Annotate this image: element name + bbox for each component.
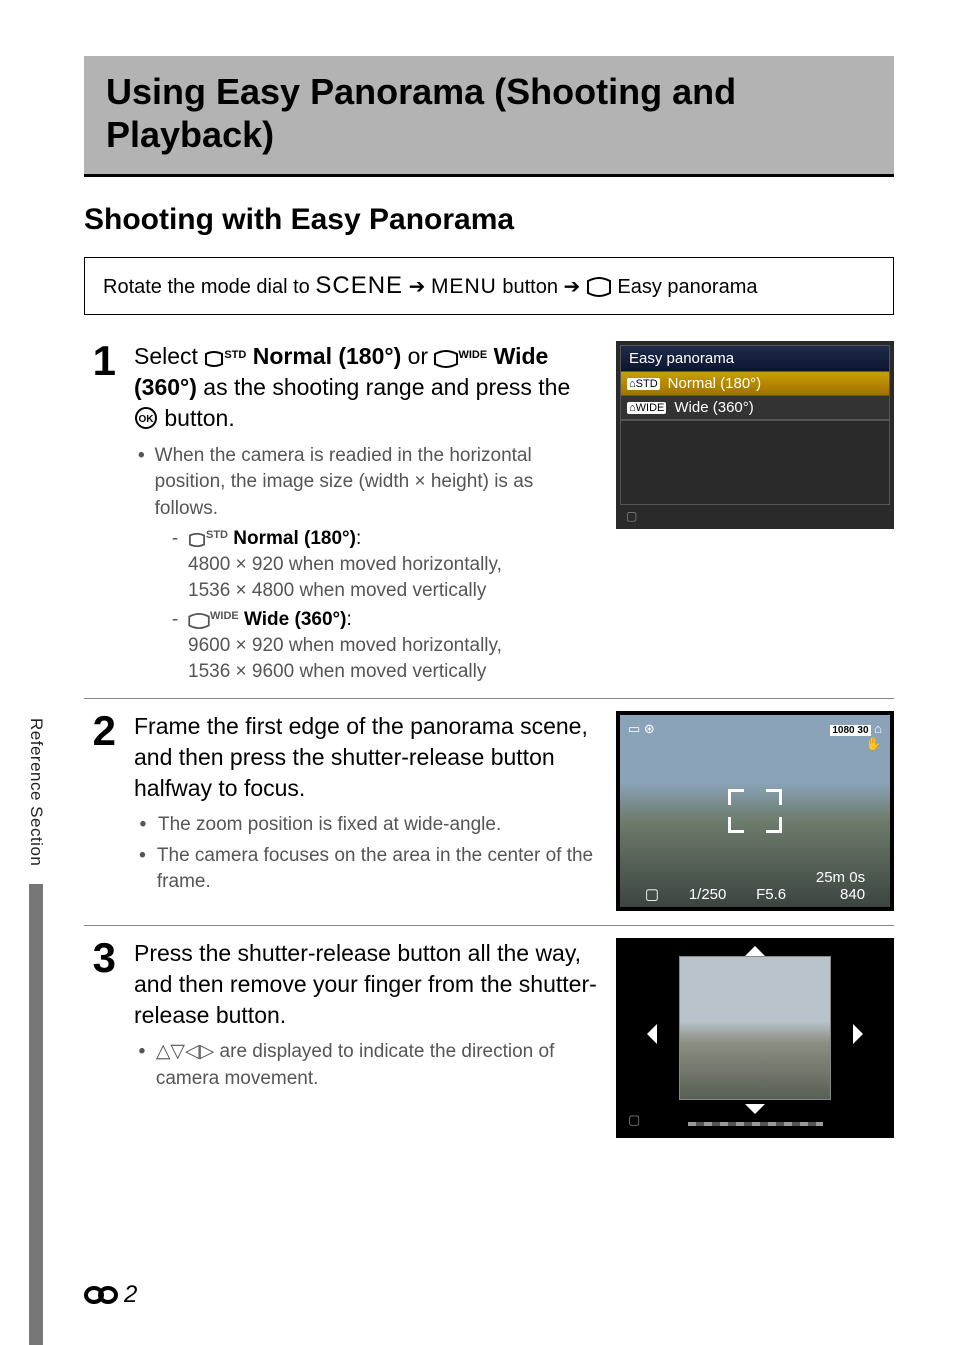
wide-pano-icon bbox=[434, 350, 458, 368]
t: or bbox=[408, 343, 435, 369]
section-link-icon bbox=[84, 1286, 118, 1304]
lcd-opt2-label: Wide (360°) bbox=[674, 399, 753, 416]
step-number: 2 bbox=[84, 711, 116, 751]
arrow-down-icon bbox=[745, 1104, 765, 1114]
t: as the shooting range and press the bbox=[203, 374, 570, 400]
divider bbox=[84, 925, 894, 926]
nav-prefix: Rotate the mode dial to bbox=[103, 276, 315, 298]
std-pano-icon bbox=[204, 350, 224, 368]
step-1: 1 Select STD Normal (180°) or WIDE Wide … bbox=[84, 341, 894, 684]
viewfinder-illustration: ▭ ⊛ 1080 30 ⌂ ✋ ▢ 1/250 F5.6 2 bbox=[616, 711, 894, 911]
nav-button-word: button bbox=[502, 276, 563, 298]
step-2: 2 Frame the first edge of the panorama s… bbox=[84, 711, 894, 911]
step2-bullet1: • The zoom position is fixed at wide-ang… bbox=[134, 812, 598, 839]
direction-arrows-icon: △▽◁▷ bbox=[156, 1041, 214, 1062]
step3-bullet1: • △▽◁▷ are displayed to indicate the dir… bbox=[134, 1039, 598, 1092]
t: button. bbox=[164, 405, 234, 431]
lcd-filler bbox=[620, 421, 890, 505]
detail: 9600 × 920 when moved horizontally, bbox=[188, 635, 502, 656]
pano-icon: ⌂ bbox=[874, 721, 882, 736]
bullet-dot-icon: • bbox=[138, 443, 145, 523]
step-3: 3 Press the shutter-release button all t… bbox=[84, 938, 894, 1138]
step1-sub-normal: - STD Normal (180°): 4800 × 920 when mov… bbox=[170, 526, 598, 603]
direction-view-illustration: ▢ bbox=[616, 938, 894, 1138]
std-pano-icon bbox=[188, 532, 206, 548]
arrow-icon: ➔ bbox=[564, 276, 581, 298]
dash-icon: - bbox=[170, 607, 180, 684]
std-pano-icon: ⌂STD bbox=[627, 378, 660, 390]
lcd-option-normal: ⌂STD Normal (180°) bbox=[621, 372, 889, 396]
step-number: 3 bbox=[84, 938, 116, 978]
bullet-text: The camera focuses on the area in the ce… bbox=[157, 843, 598, 896]
detail: 4800 × 920 when moved horizontally, bbox=[188, 554, 502, 575]
ok-button-icon: OK bbox=[134, 406, 158, 430]
navigation-hint: Rotate the mode dial to SCENE ➔ MENU but… bbox=[84, 257, 894, 315]
bullet-text: When the camera is readied in the horizo… bbox=[155, 443, 598, 523]
battery-icon: ▢ bbox=[628, 1112, 640, 1128]
bullet-text: △▽◁▷ are displayed to indicate the direc… bbox=[156, 1039, 598, 1092]
arrow-icon: ➔ bbox=[409, 276, 426, 298]
nav-menu: MENU bbox=[431, 275, 497, 298]
progress-scale bbox=[688, 1122, 823, 1126]
page-footer: 2 bbox=[84, 1281, 137, 1309]
step2-bullet2: • The camera focuses on the area in the … bbox=[134, 843, 598, 896]
step2-text: Frame the first edge of the panorama sce… bbox=[134, 711, 598, 804]
section-heading: Shooting with Easy Panorama bbox=[84, 203, 894, 237]
step1-sub-wide: - WIDE Wide (360°): 9600 × 920 when move… bbox=[170, 607, 598, 684]
arrow-up-icon bbox=[745, 946, 765, 956]
nav-suffix: Easy panorama bbox=[617, 276, 757, 298]
detail: 1536 × 4800 when moved vertically bbox=[188, 580, 486, 601]
t: Select bbox=[134, 343, 204, 369]
vr-icon: ✋ bbox=[866, 736, 882, 752]
bullet-dot-icon: • bbox=[138, 1039, 146, 1092]
arrow-right-icon bbox=[853, 1024, 863, 1044]
arrow-left-icon bbox=[647, 1024, 657, 1044]
rec-time: 25m 0s bbox=[816, 870, 865, 887]
battery-icon: ▢ bbox=[645, 885, 659, 903]
bullet-dot-icon: • bbox=[138, 812, 148, 839]
normal-bold: Normal (180°) bbox=[253, 343, 402, 369]
l: WIDE bbox=[636, 402, 665, 414]
divider bbox=[84, 698, 894, 699]
svg-text:OK: OK bbox=[139, 414, 155, 425]
panorama-icon bbox=[586, 277, 612, 297]
side-tab: Reference Section bbox=[24, 718, 48, 1345]
wide-label: WIDE bbox=[210, 610, 239, 622]
std-label: STD bbox=[224, 349, 246, 361]
wide-pano-icon bbox=[188, 613, 210, 629]
bullet-text: The zoom position is fixed at wide-angle… bbox=[158, 812, 501, 839]
page-title-box: Using Easy Panorama (Shooting and Playba… bbox=[84, 56, 894, 177]
dash-icon: - bbox=[170, 526, 180, 603]
side-tab-bar bbox=[29, 884, 43, 1345]
std-label: STD bbox=[206, 529, 228, 541]
lcd-option-wide: ⌂WIDE Wide (360°) bbox=[621, 396, 889, 420]
page-title: Using Easy Panorama (Shooting and Playba… bbox=[106, 70, 872, 156]
normal-title: Normal (180°) bbox=[233, 528, 356, 549]
lcd-opt1-label: Normal (180°) bbox=[668, 375, 762, 392]
lcd-battery-icon: ▢ bbox=[620, 505, 890, 525]
detail: 1536 × 9600 when moved vertically bbox=[188, 661, 486, 682]
wide-label: WIDE bbox=[458, 349, 487, 361]
side-tab-label: Reference Section bbox=[26, 718, 46, 866]
focus-brackets-icon bbox=[728, 789, 782, 833]
rec-quality-badge: 1080 30 bbox=[830, 725, 870, 736]
l: STD bbox=[636, 378, 658, 390]
page-number: 2 bbox=[124, 1281, 137, 1309]
lcd-menu-illustration: Easy panorama ⌂STD Normal (180°) ⌂WIDE W… bbox=[616, 341, 894, 684]
direction-preview bbox=[679, 956, 830, 1100]
step-number: 1 bbox=[84, 341, 116, 381]
bullet-dot-icon: • bbox=[138, 843, 147, 896]
nav-scene: SCENE bbox=[315, 272, 403, 299]
shutter-speed: 1/250 bbox=[689, 886, 727, 903]
panorama-mode-icon: ▭ ⊛ bbox=[628, 721, 655, 752]
lcd-menu-title: Easy panorama bbox=[620, 345, 890, 372]
aperture: F5.6 bbox=[756, 886, 786, 903]
wide-pano-icon: ⌂WIDE bbox=[627, 402, 666, 414]
t: are displayed to indicate the direction … bbox=[156, 1041, 555, 1089]
wide-title: Wide (360°) bbox=[244, 609, 346, 630]
step1-text: Select STD Normal (180°) or WIDE Wide (3… bbox=[134, 341, 598, 434]
step3-text: Press the shutter-release button all the… bbox=[134, 938, 598, 1031]
step1-bullet: • When the camera is readied in the hori… bbox=[134, 443, 598, 523]
shots-remaining: 840 bbox=[840, 887, 865, 904]
